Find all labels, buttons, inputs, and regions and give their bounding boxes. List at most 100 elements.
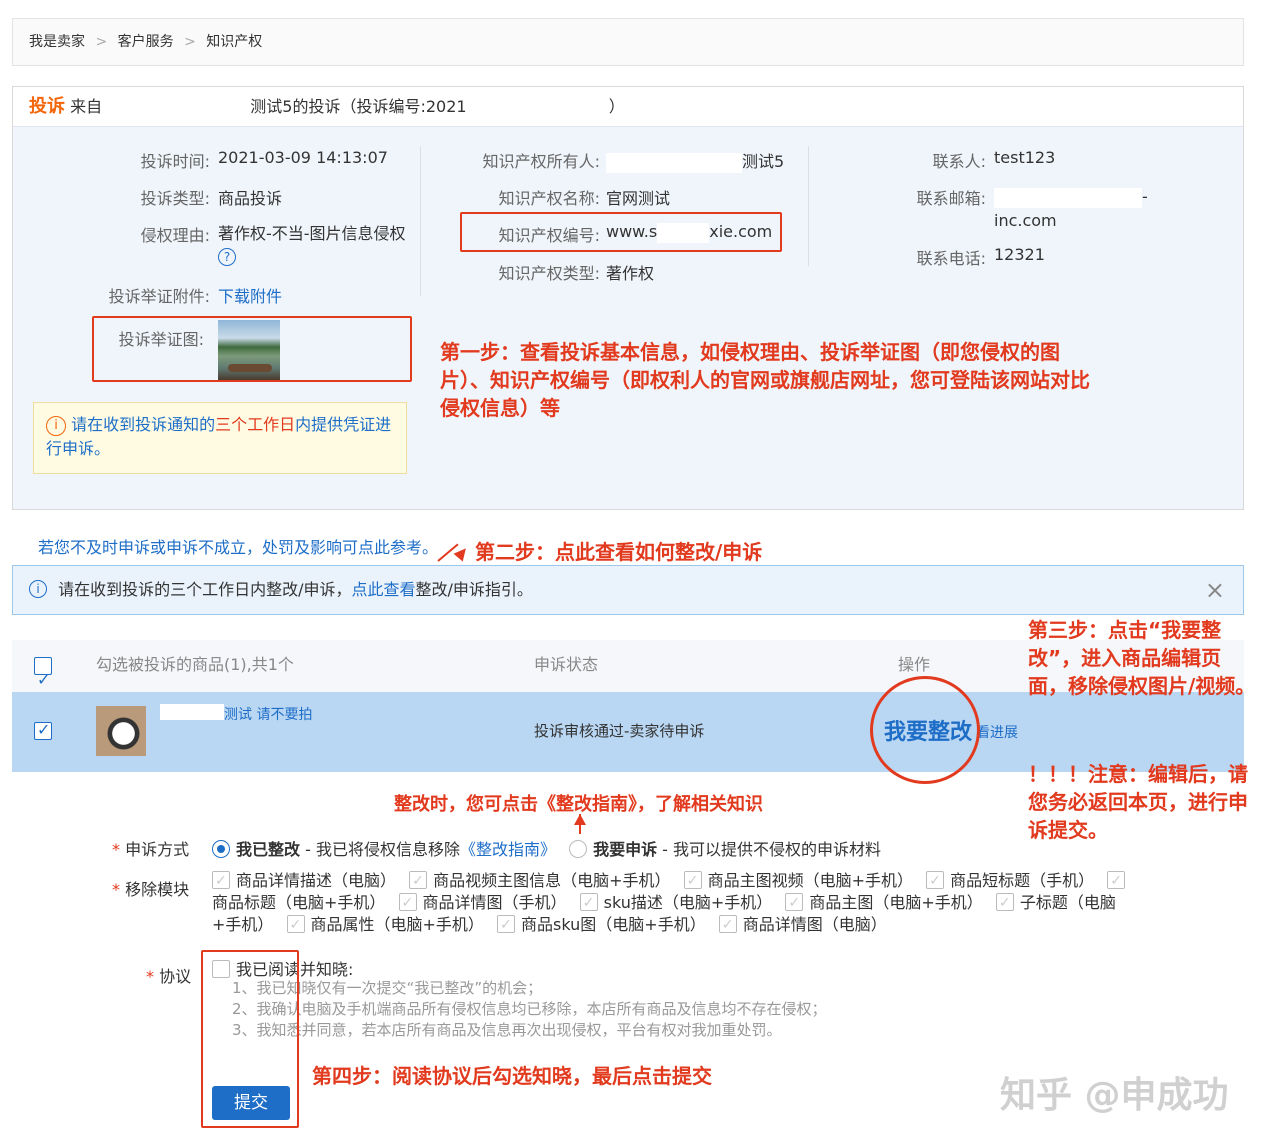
- time-label: 投诉时间:: [140, 152, 210, 171]
- notice-text: 请在收到投诉通知的: [71, 415, 216, 434]
- column-divider: [808, 146, 809, 266]
- method-options: 我已整改 - 我已将侵权信息移除《整改指南》 我要申诉 - 我可以提供不侵权的申…: [212, 836, 881, 860]
- col-goods: 勾选被投诉的商品(1),共1个: [96, 655, 294, 674]
- redaction-mask: [994, 187, 1142, 208]
- col-status: 申诉状态: [534, 655, 599, 674]
- module-label-text: 移除模块: [125, 880, 190, 899]
- guide-banner: i 请在收到投诉的三个工作日内整改/申诉，点此查看整改/申诉指引。 ×: [12, 565, 1244, 615]
- penalty-reference-link[interactable]: 若您不及时申诉或申诉不成立，处罚及影响可点此参考。: [38, 534, 438, 558]
- type-value: 商品投诉: [218, 189, 283, 208]
- column-divider: [420, 146, 421, 296]
- complaint-header: 投诉 来自 测试5的投诉（投诉编号:2021 ）: [13, 87, 1243, 127]
- download-attachment-link[interactable]: 下载附件: [218, 283, 282, 307]
- module-label: * 移除模块: [112, 876, 189, 900]
- breadcrumb-separator: >: [184, 34, 196, 50]
- module-option[interactable]: 商品视频主图信息（电脑+手机）: [409, 870, 671, 892]
- module-list: 商品详情描述（电脑） 商品视频主图信息（电脑+手机） 商品主图视频（电脑+手机）…: [212, 870, 1132, 936]
- ip-name-label: 知识产权名称:: [498, 189, 600, 208]
- module-checkbox[interactable]: [579, 892, 598, 914]
- type-label: 投诉类型:: [140, 189, 210, 208]
- email-b: inc.com: [994, 211, 1057, 230]
- watermark: 知乎 @申成功: [1000, 1075, 1229, 1116]
- email-a: -: [1142, 187, 1148, 206]
- ip-number-label: 知识产权编号:: [498, 226, 600, 245]
- ip-name-value: 官网测试: [606, 189, 671, 208]
- module-checkbox[interactable]: [212, 870, 230, 892]
- redaction-mask: [160, 704, 224, 720]
- module-option-label: 商品详情描述（电脑）: [236, 871, 397, 890]
- module-option[interactable]: 商品属性（电脑+手机）: [286, 914, 484, 936]
- arrow-head: [574, 814, 586, 825]
- reason-label: 侵权理由:: [140, 226, 210, 245]
- module-option-label: 商品主图视频（电脑+手机）: [707, 871, 914, 890]
- module-option[interactable]: 商品详情图（手机）: [398, 892, 567, 914]
- method-label: * 申诉方式: [112, 836, 189, 860]
- ip-number-a: www.s: [606, 222, 658, 241]
- agree-label-text: 协议: [159, 967, 192, 986]
- complaint-tag: 投诉: [29, 96, 65, 117]
- complaint-from: 来自: [70, 97, 103, 116]
- email-value: - inc.com: [994, 185, 1148, 233]
- contact-label: 联系人:: [932, 152, 986, 171]
- evidence-image-label: 投诉举证图:: [118, 330, 204, 349]
- reason-value: 著作权-不当-图片信息侵权 ?: [218, 222, 410, 268]
- redaction-mask: [657, 222, 710, 243]
- breadcrumb: 我是卖家 > 客户服务 > 知识产权: [12, 18, 1244, 66]
- module-option[interactable]: 商品主图视频（电脑+手机）: [683, 870, 914, 892]
- select-all-checkbox[interactable]: [34, 655, 52, 705]
- module-option-label: sku描述（电脑+手机）: [603, 893, 773, 912]
- row-checkbox[interactable]: [34, 720, 52, 740]
- help-icon[interactable]: ?: [218, 248, 236, 266]
- owner-label: 知识产权所有人:: [482, 152, 600, 171]
- notice-box: i 请在收到投诉通知的三个工作日内提供凭证进行申诉。: [33, 402, 407, 474]
- module-checkbox[interactable]: [286, 914, 305, 936]
- module-option-label: 商品主图（电脑+手机）: [809, 893, 983, 912]
- breadcrumb-item-ip[interactable]: 知识产权: [206, 34, 262, 50]
- product-thumbnail[interactable]: [96, 706, 146, 756]
- option-appeal-label: 我要申诉: [593, 840, 658, 859]
- module-option[interactable]: 商品详情图（电脑）: [718, 914, 887, 936]
- banner-text: 请在收到投诉的三个工作日内整改/申诉，: [58, 580, 352, 599]
- guide-link[interactable]: 点此查看: [352, 580, 416, 599]
- module-checkbox[interactable]: [1107, 870, 1126, 892]
- module-checkbox[interactable]: [718, 914, 737, 936]
- radio-rectified[interactable]: [212, 840, 230, 858]
- module-checkbox[interactable]: [497, 914, 516, 936]
- annotation-guide: 整改时，您可点击《整改指南》，了解相关知识: [394, 794, 763, 815]
- radio-appeal[interactable]: [569, 840, 588, 858]
- module-option-label: 商品属性（电脑+手机）: [310, 915, 484, 934]
- time-value: 2021-03-09 14:13:07: [218, 148, 388, 167]
- agree-terms: 1、我已知晓仅有一次提交“我已整改”的机会； 2、我确认电脑及手机端商品所有侵权…: [232, 978, 827, 1041]
- owner-value: 测试5: [606, 148, 784, 173]
- module-checkbox[interactable]: [398, 892, 417, 914]
- highlight-circle: [870, 676, 980, 784]
- evidence-image[interactable]: [218, 320, 280, 380]
- module-option[interactable]: 商品主图（电脑+手机）: [785, 892, 983, 914]
- module-option[interactable]: 商品短标题（手机）: [926, 870, 1095, 892]
- module-checkbox[interactable]: [683, 870, 702, 892]
- option-appeal-desc: - 我可以提供不侵权的申诉材料: [657, 840, 882, 859]
- module-option-label: 商品短标题（手机）: [950, 871, 1095, 890]
- redaction-mask: [107, 97, 246, 118]
- product-name-link[interactable]: 测试 请不要拍: [224, 704, 312, 724]
- module-option[interactable]: 商品sku图（电脑+手机）: [497, 914, 706, 936]
- boat-shape: [228, 364, 272, 372]
- module-option[interactable]: 商品详情描述（电脑）: [212, 870, 397, 892]
- annotation-step1: 第一步：查看投诉基本信息，如侵权理由、投诉举证图（即您侵权的图片）、知识产权编号…: [440, 340, 1090, 420]
- module-option-label: 商品标题（电脑+手机）: [212, 893, 386, 912]
- rectify-guide-link[interactable]: 《整改指南》: [460, 840, 556, 859]
- module-option[interactable]: sku描述（电脑+手机）: [579, 892, 773, 914]
- submit-button[interactable]: 提交: [212, 1086, 290, 1120]
- notice-highlight: 三个工作日: [215, 415, 296, 434]
- module-checkbox[interactable]: [926, 870, 945, 892]
- method-label-text: 申诉方式: [125, 840, 190, 859]
- close-icon[interactable]: ×: [1205, 566, 1225, 614]
- breadcrumb-item-seller[interactable]: 我是卖家: [29, 34, 85, 50]
- module-checkbox[interactable]: [785, 892, 804, 914]
- view-progress-link[interactable]: 看进展: [976, 722, 1018, 742]
- agree-term-2: 2、我确认电脑及手机端商品所有侵权信息均已移除，本店所有商品及信息均不存在侵权；: [232, 1000, 827, 1018]
- breadcrumb-item-service[interactable]: 客户服务: [118, 34, 174, 50]
- info-icon: i: [29, 580, 47, 598]
- module-checkbox[interactable]: [995, 892, 1014, 914]
- module-checkbox[interactable]: [409, 870, 428, 892]
